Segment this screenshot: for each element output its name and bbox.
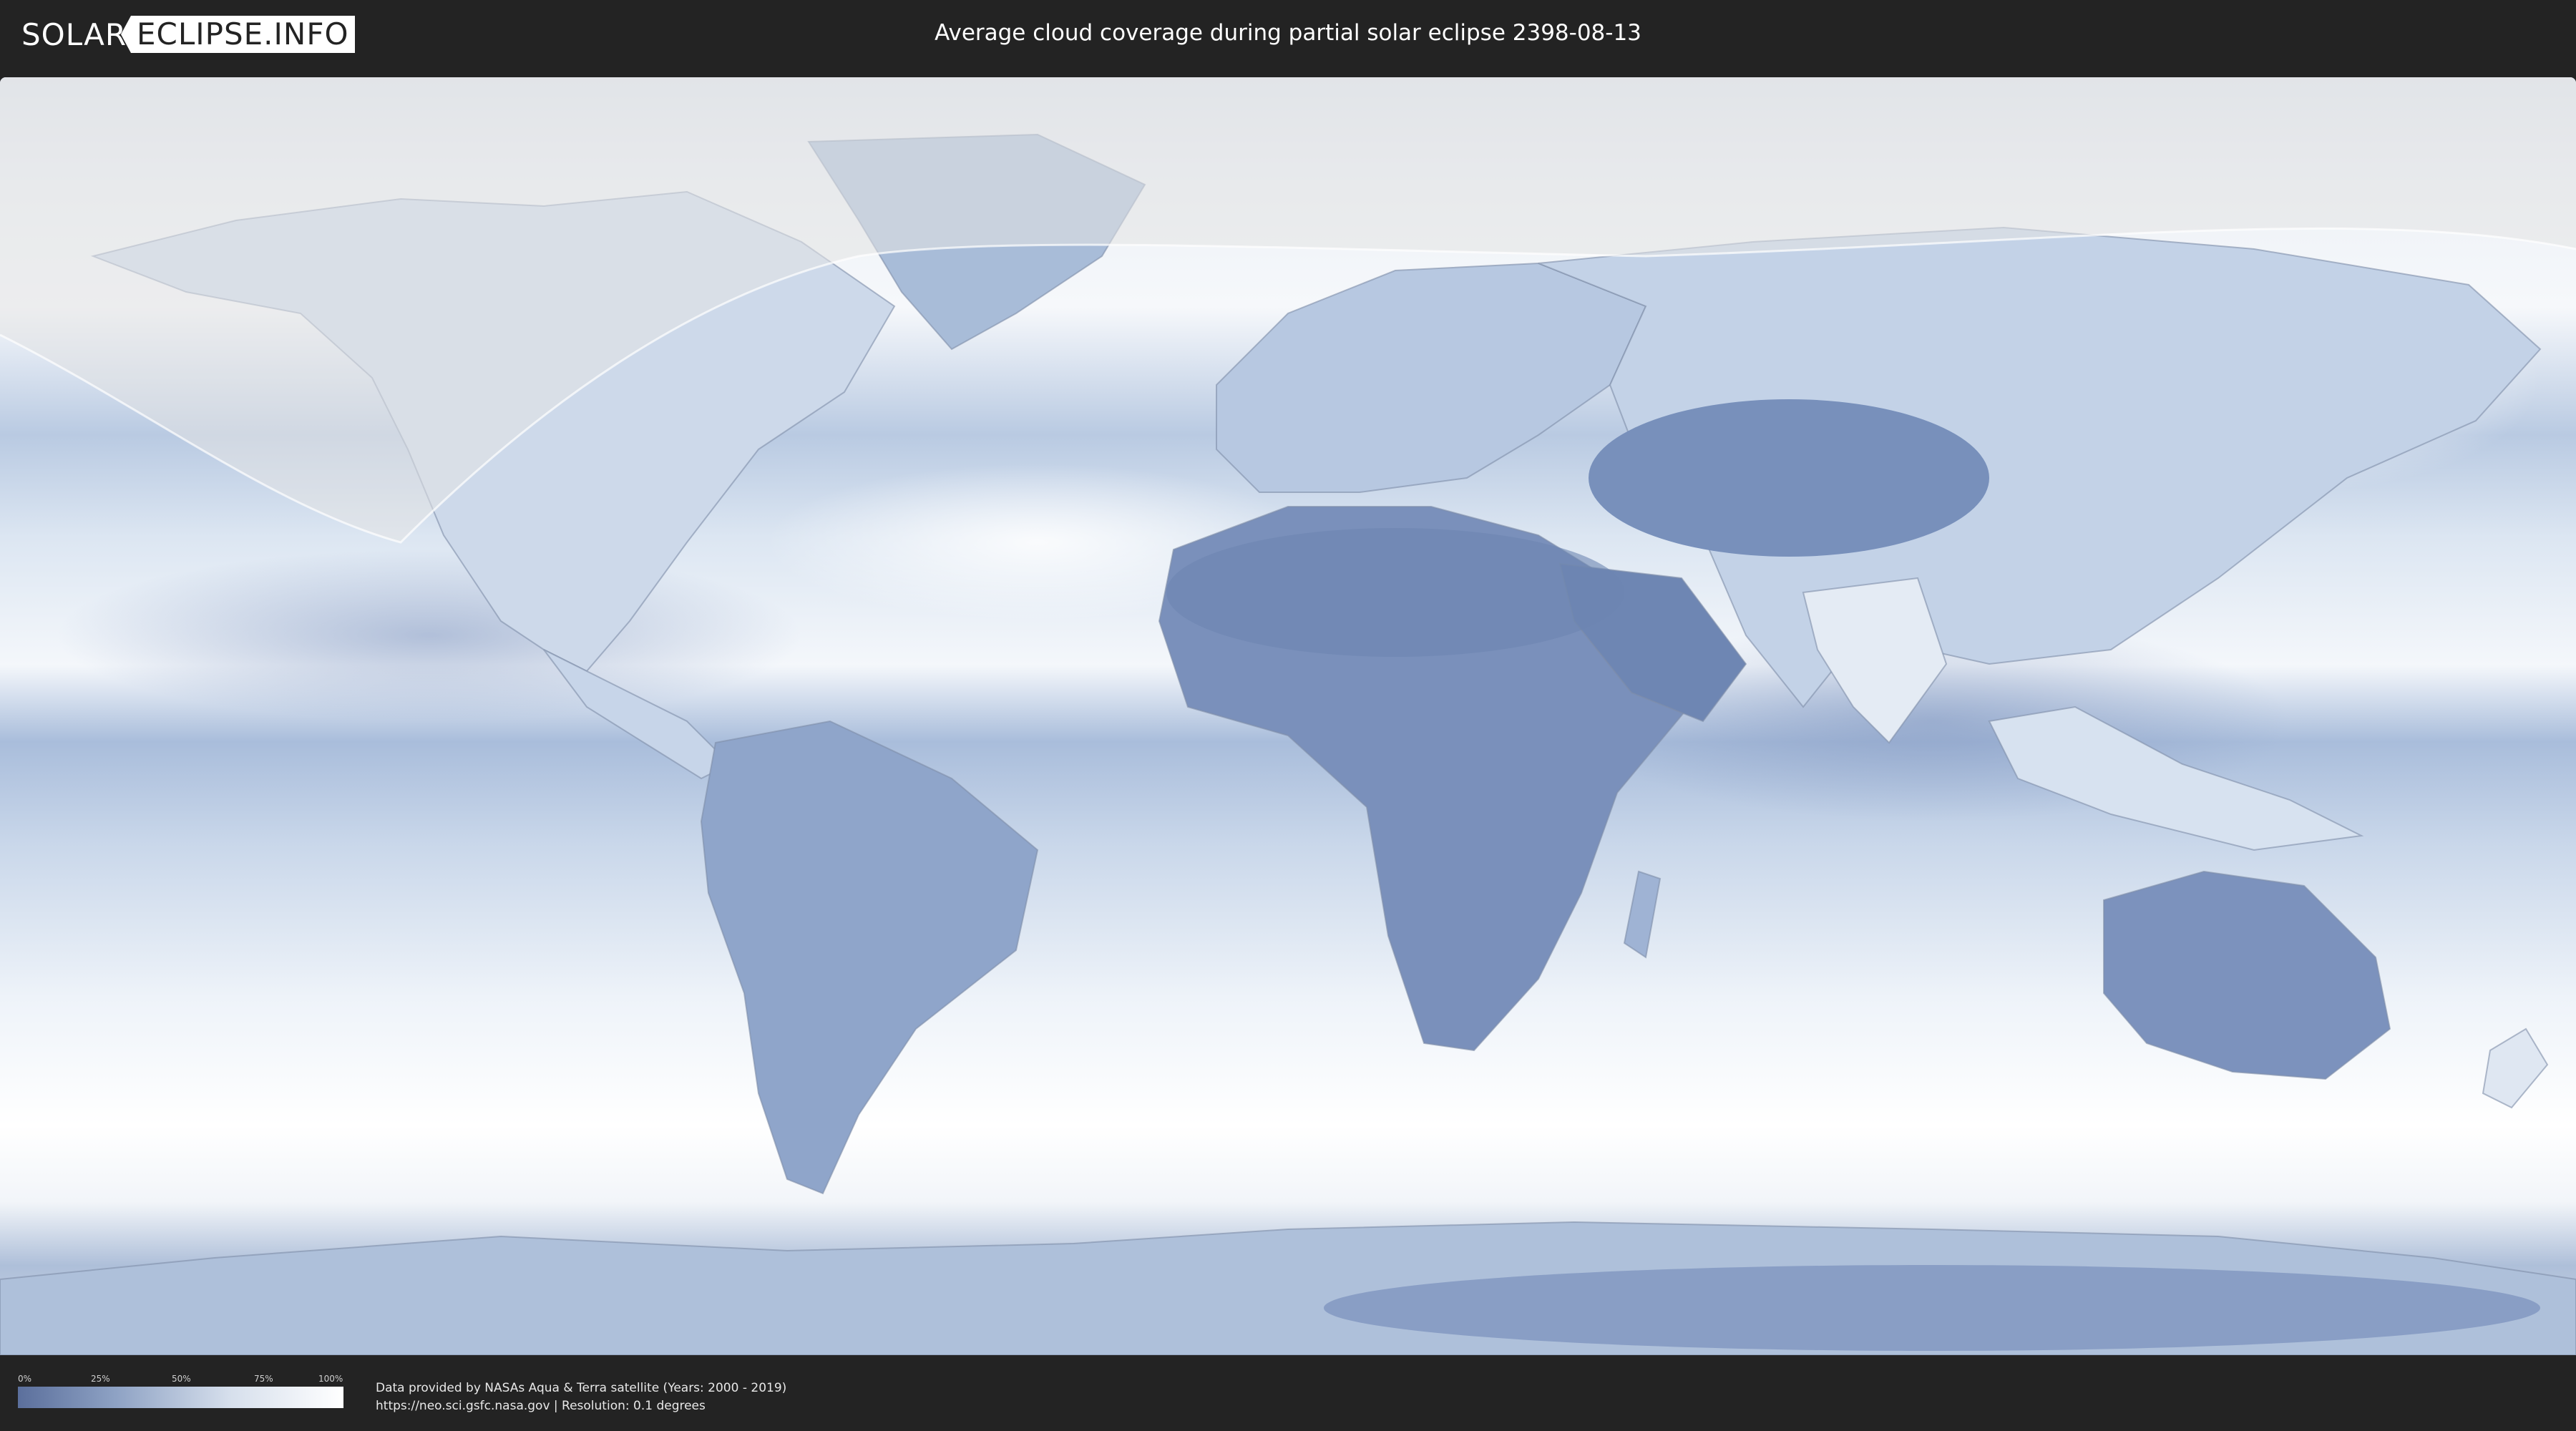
page-title: Average cloud coverage during partial so… [935, 20, 1641, 46]
clear-sky-region [1166, 528, 1624, 657]
legend-tick: 0% [18, 1374, 32, 1384]
credit-line: Data provided by NASAs Aqua & Terra sate… [376, 1381, 787, 1395]
legend-tick: 50% [172, 1374, 191, 1384]
world-map [0, 77, 2576, 1355]
credit-line: https://neo.sci.gsfc.nasa.gov | Resoluti… [376, 1399, 706, 1413]
legend-tick: 25% [91, 1374, 110, 1384]
header: SOLAR ECLIPSE.INFO Average cloud coverag… [0, 0, 2576, 72]
legend-tick: 100% [318, 1374, 343, 1384]
footer: 0% 25% 50% 75% 100% Data provided by NAS… [0, 1359, 2576, 1431]
legend-tick: 75% [254, 1374, 273, 1384]
data-credits: Data provided by NASAs Aqua & Terra sate… [376, 1379, 786, 1415]
cloud-coverage-map [0, 77, 2576, 1355]
legend-color-bar [18, 1387, 343, 1408]
cloud-patch [57, 550, 801, 721]
legend-ticks: 0% 25% 50% 75% 100% [18, 1374, 343, 1387]
cloud-coverage-legend: 0% 25% 50% 75% 100% [18, 1374, 343, 1408]
